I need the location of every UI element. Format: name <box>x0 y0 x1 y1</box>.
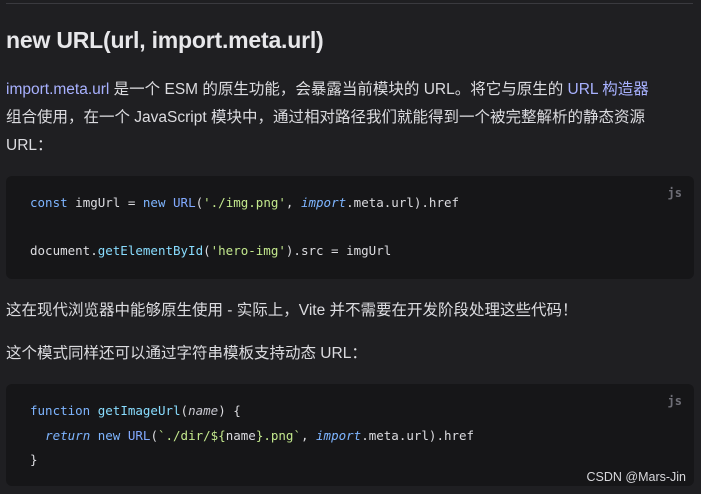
code-line: function getImageUrl(name) { <box>30 403 241 418</box>
dynamic-url-paragraph: 这个模式同样还可以通过字符串模板支持动态 URL： <box>6 345 367 362</box>
code-line: const imgUrl = new URL('./img.png', impo… <box>30 195 460 210</box>
import-meta-url-link[interactable]: import.meta.url <box>6 81 109 98</box>
native-support-paragraph: 这在现代浏览器中能够原生使用 - 实际上，Vite 并不需要在开发阶段处理这些代… <box>6 302 578 319</box>
url-constructor-link[interactable]: URL 构造器 <box>568 81 649 98</box>
csdn-watermark: CSDN @Mars-Jin <box>586 470 687 484</box>
code-line: document.getElementById('hero-img').src … <box>30 243 392 258</box>
intro-line-3: URL： <box>6 137 53 154</box>
section-heading: new URL(url, import.meta.url) <box>6 27 324 53</box>
intro-line-1: import.meta.url 是一个 ESM 的原生功能，会暴露当前模块的 U… <box>6 76 696 104</box>
top-divider <box>6 3 693 4</box>
code-line: return new URL(`./dir/${name}.png`, impo… <box>45 428 475 443</box>
code-language-label: js <box>667 394 682 408</box>
intro-text-1: 是一个 ESM 的原生功能，会暴露当前模块的 URL。将它与原生的 <box>109 81 568 98</box>
code-block-1[interactable]: js const imgUrl = new URL('./img.png', i… <box>6 176 694 279</box>
code-line: } <box>30 452 38 467</box>
intro-paragraph: import.meta.url 是一个 ESM 的原生功能，会暴露当前模块的 U… <box>6 76 696 160</box>
intro-line-2: 组合使用，在一个 JavaScript 模块中，通过相对路径我们就能得到一个被完… <box>6 109 645 126</box>
code-language-label: js <box>667 186 682 200</box>
